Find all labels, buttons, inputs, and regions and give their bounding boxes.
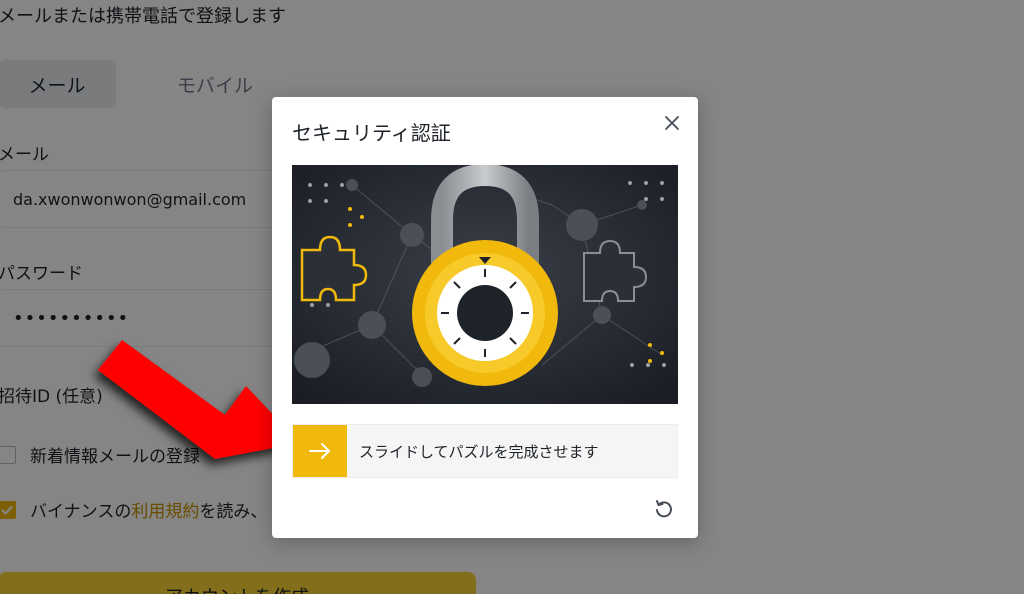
- close-button[interactable]: [660, 111, 684, 135]
- puzzle-image: [292, 165, 678, 404]
- arrow-right-icon: [309, 443, 330, 459]
- puzzle-slider[interactable]: スライドしてパズルを完成させます: [292, 424, 678, 478]
- slider-instruction: スライドしてパズルを完成させます: [359, 442, 599, 461]
- slider-handle[interactable]: [293, 425, 347, 477]
- refresh-icon: [656, 500, 672, 518]
- padlock-icon: [292, 165, 678, 404]
- modal-title: セキュリティ認証: [292, 121, 451, 145]
- refresh-button[interactable]: [652, 497, 676, 521]
- close-icon: [665, 116, 679, 130]
- security-verification-modal: セキュリティ認証 スライドしてパズルを完成させます: [272, 97, 698, 538]
